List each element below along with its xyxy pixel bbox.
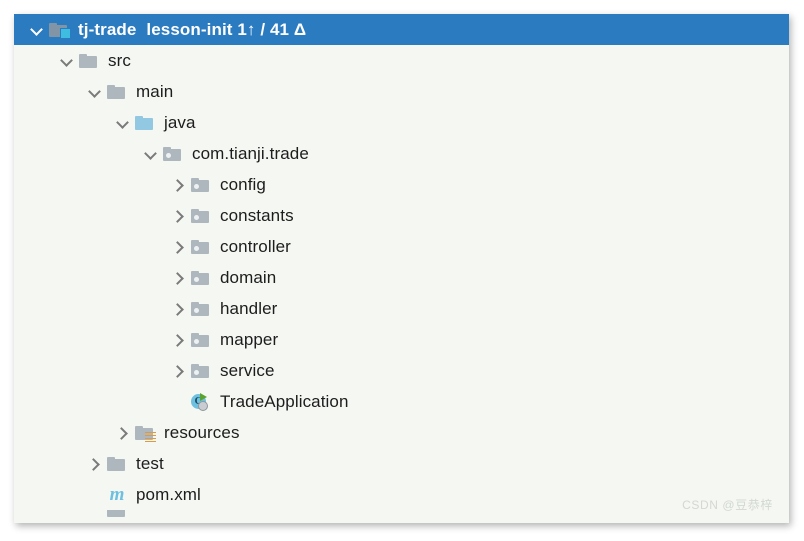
source-root-icon [134, 113, 156, 133]
maven-file-icon: m [109, 483, 125, 505]
tree-item-label: constants [220, 205, 294, 225]
tree-item-label: resources [164, 422, 240, 442]
tree-row-constants[interactable]: constants [14, 200, 789, 231]
tree-item-label: java [164, 112, 196, 132]
tree-item-label: service [220, 360, 275, 380]
chevron-right-icon[interactable] [114, 424, 132, 442]
chevron-right-icon[interactable] [170, 176, 188, 194]
tree-item-label: main [136, 81, 174, 101]
tree-row-resources[interactable]: resources [14, 417, 789, 448]
package-icon [190, 361, 212, 381]
tree-row-java[interactable]: java [14, 107, 789, 138]
tree-item-label: TradeApplication [220, 391, 349, 411]
chevron-right-icon[interactable] [170, 331, 188, 349]
package-icon [162, 144, 184, 164]
chevron-right-icon[interactable] [86, 455, 104, 473]
chevron-right-icon[interactable] [170, 238, 188, 256]
tree-row-pom-xml[interactable]: m pom.xml [14, 479, 789, 510]
tree-row-handler[interactable]: handler [14, 293, 789, 324]
java-class-runnable-icon: C [190, 392, 212, 412]
tree-row-src[interactable]: src [14, 45, 789, 76]
tree-row-test[interactable]: test [14, 448, 789, 479]
project-tree[interactable]: tj-trade lesson-init 1↑ / 41 Δ src main … [14, 14, 789, 523]
tree-row-root[interactable]: tj-trade lesson-init 1↑ / 41 Δ [14, 14, 789, 45]
tree-row-mapper[interactable]: mapper [14, 324, 789, 355]
chevron-down-icon[interactable] [28, 21, 46, 39]
tree-row-clipped[interactable] [14, 510, 789, 520]
resources-folder-icon [134, 423, 156, 443]
tree-row-main[interactable]: main [14, 76, 789, 107]
tree-item-label: domain [220, 267, 277, 287]
folder-icon [78, 51, 100, 71]
tree-row-package-root[interactable]: com.tianji.trade [14, 138, 789, 169]
csdn-watermark: CSDN @豆恭梓 [682, 498, 773, 512]
root-project-label: tj-trade [78, 19, 137, 39]
chevron-down-icon[interactable] [86, 83, 104, 101]
package-icon [190, 299, 212, 319]
folder-icon [106, 454, 128, 474]
package-icon [190, 330, 212, 350]
chevron-down-icon[interactable] [142, 145, 160, 163]
chevron-right-icon[interactable] [170, 269, 188, 287]
folder-icon [106, 510, 128, 520]
tree-row-controller[interactable]: controller [14, 231, 789, 262]
root-branch-info: lesson-init 1↑ / 41 Δ [146, 19, 307, 39]
package-icon [190, 206, 212, 226]
screenshot-root: tj-trade lesson-init 1↑ / 41 Δ src main … [0, 0, 804, 541]
tree-row-trade-application[interactable]: C TradeApplication [14, 386, 789, 417]
folder-icon [106, 82, 128, 102]
tree-item-label: test [136, 453, 164, 473]
chevron-placeholder [170, 393, 188, 411]
tree-item-label: controller [220, 236, 291, 256]
module-folder-icon [48, 20, 71, 40]
package-icon [190, 175, 212, 195]
tree-item-label: com.tianji.trade [192, 143, 309, 163]
chevron-down-icon[interactable] [58, 52, 76, 70]
chevron-down-icon[interactable] [114, 114, 132, 132]
tree-item-label: mapper [220, 329, 279, 349]
tree-row-config[interactable]: config [14, 169, 789, 200]
chevron-right-icon[interactable] [170, 362, 188, 380]
tree-item-label: src [108, 50, 131, 70]
project-tree-panel: tj-trade lesson-init 1↑ / 41 Δ src main … [14, 14, 789, 523]
chevron-placeholder [86, 510, 104, 520]
tree-row-service[interactable]: service [14, 355, 789, 386]
tree-item-label: config [220, 174, 266, 194]
tree-item-label: pom.xml [136, 484, 201, 504]
package-icon [190, 268, 212, 288]
tree-row-domain[interactable]: domain [14, 262, 789, 293]
chevron-right-icon[interactable] [170, 207, 188, 225]
tree-item-label: handler [220, 298, 278, 318]
package-icon [190, 237, 212, 257]
chevron-placeholder [86, 486, 104, 504]
chevron-right-icon[interactable] [170, 300, 188, 318]
